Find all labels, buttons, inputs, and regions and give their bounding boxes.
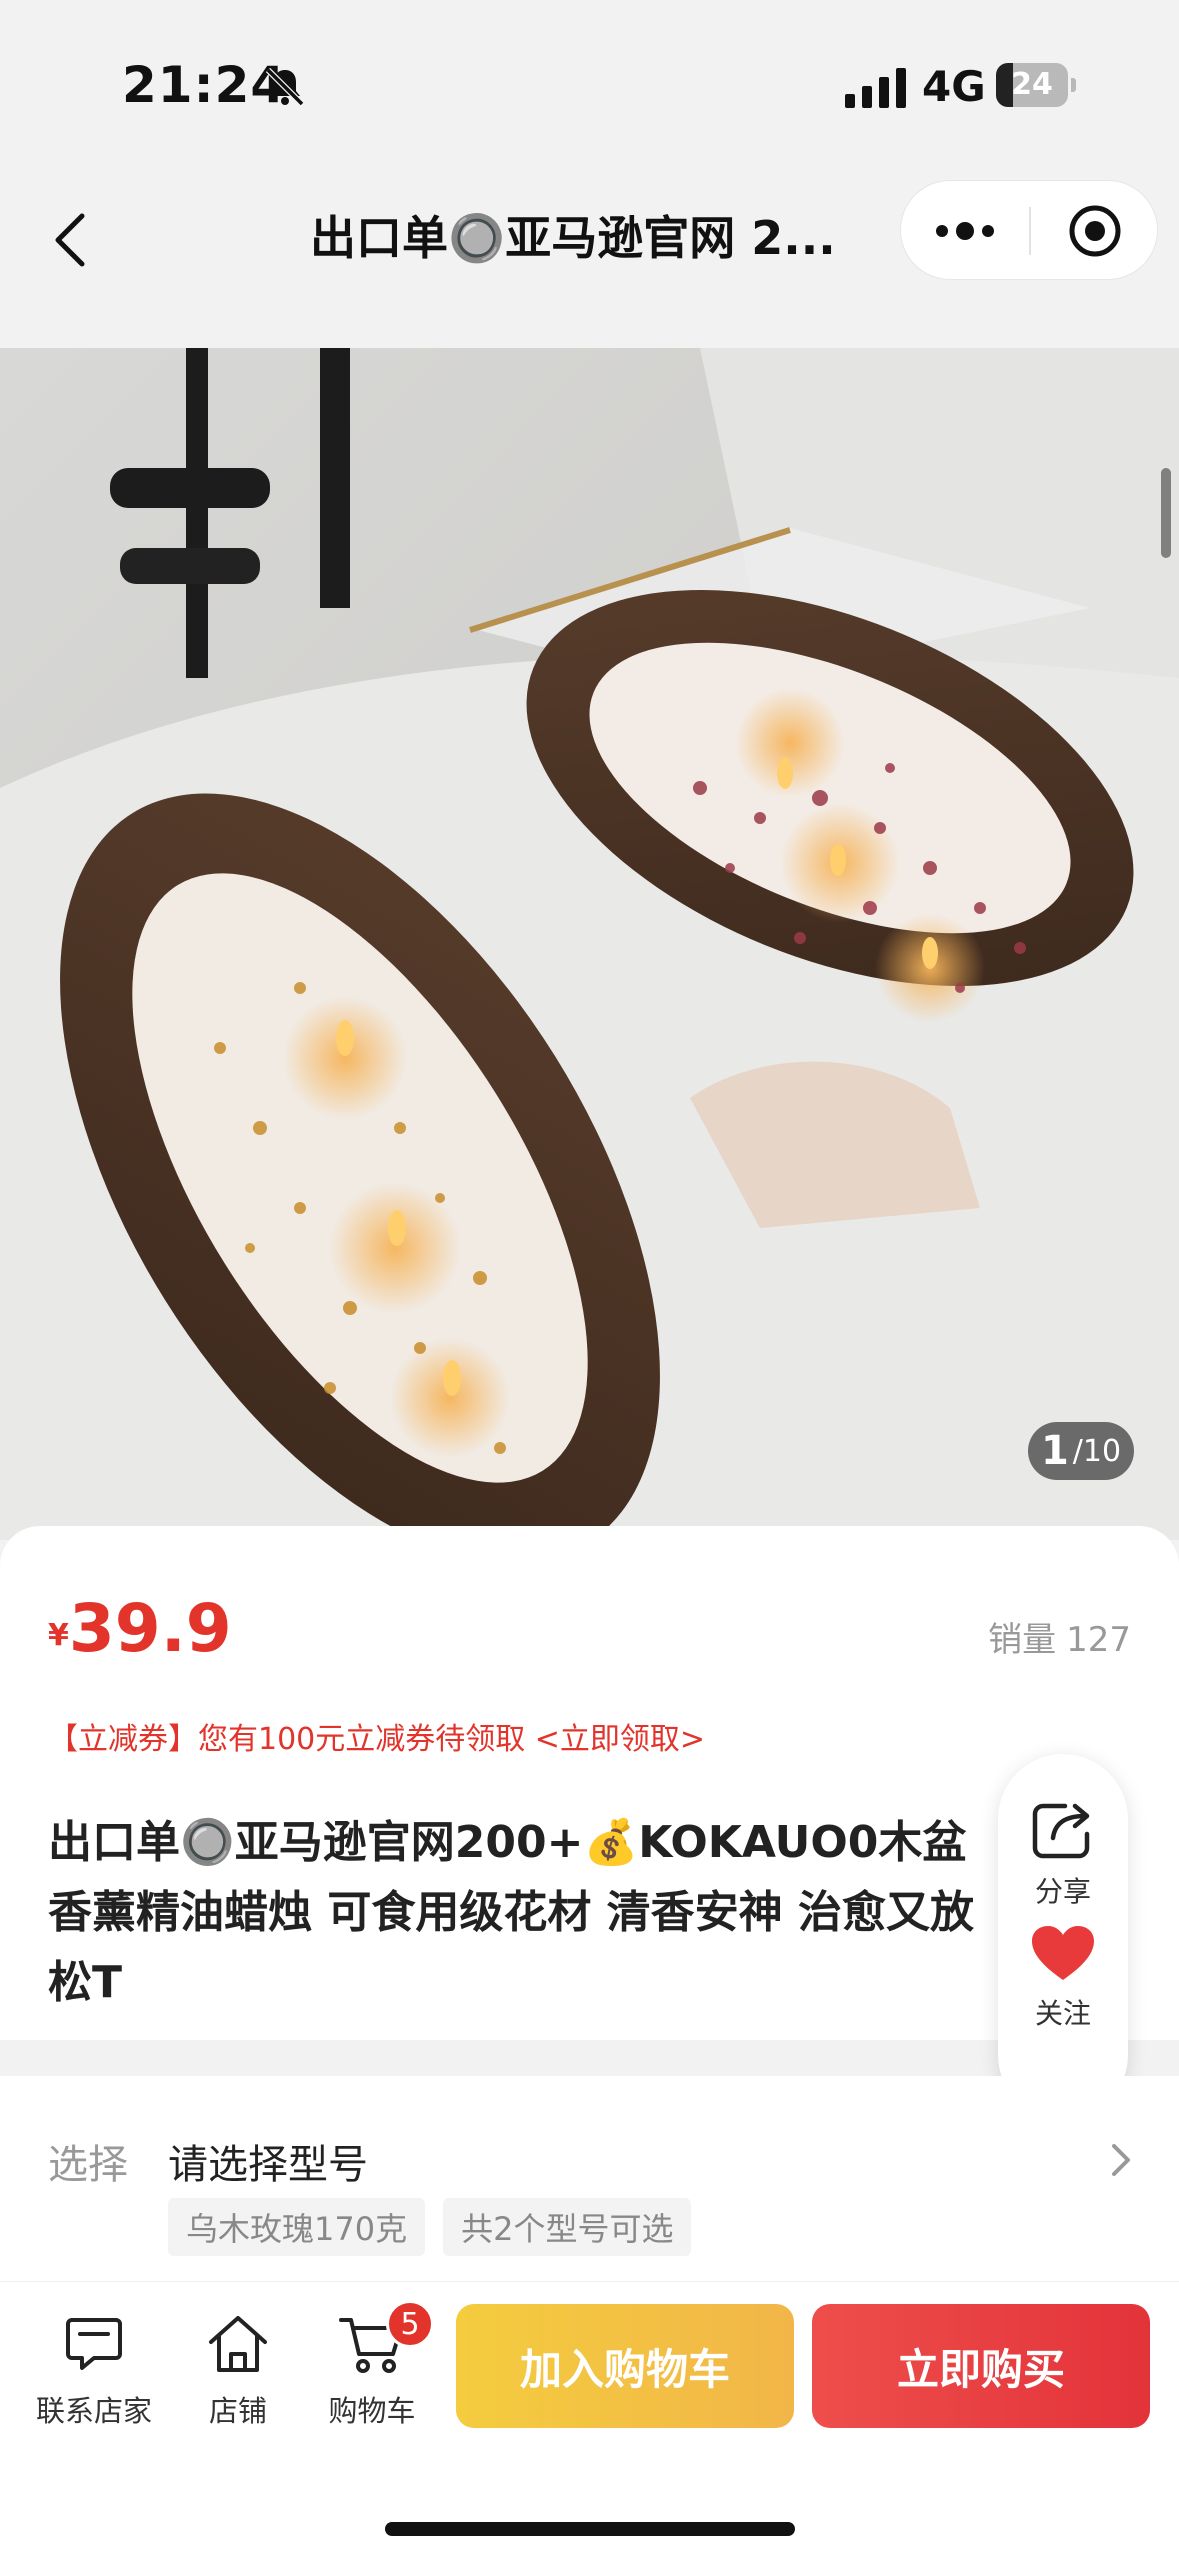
chevron-right-icon <box>1112 2144 1130 2176</box>
contact-store-label: 联系店家 <box>35 2394 152 2428</box>
capsule-menu <box>900 180 1158 280</box>
coupon-link[interactable]: 【立减券】您有100元立减券待领取 <立即领取> <box>48 1714 705 1758</box>
sales-label: 销量 <box>988 1620 1057 1660</box>
store-button[interactable]: 店铺 <box>168 2314 308 2454</box>
spec-tag: 共2个型号可选 <box>443 2198 692 2256</box>
price-value: 39.9 <box>68 1590 232 1667</box>
follow-button[interactable]: 关注 <box>998 1924 1128 2054</box>
gallery-total-pages: /10 <box>1072 1433 1122 1469</box>
price: ¥39.9 <box>48 1590 232 1667</box>
add-to-cart-button[interactable]: 加入购物车 <box>456 2304 794 2428</box>
float-actions: 分享 关注 <box>998 1754 1128 2120</box>
close-target-icon <box>1069 205 1121 257</box>
cart-button[interactable]: 购物车 5 <box>302 2300 442 2454</box>
contact-store-button[interactable]: 联系店家 <box>24 2314 164 2454</box>
bell-off-icon <box>265 67 305 107</box>
bottom-bar: 联系店家 店铺 购物车 5 加入购物车 立即购买 <box>0 2281 1179 2556</box>
spec-value: 请选择型号 <box>168 2142 368 2188</box>
more-button[interactable] <box>901 181 1029 281</box>
share-icon <box>1032 1803 1090 1859</box>
chat-icon <box>66 2318 122 2370</box>
network-label: 4G <box>922 62 986 111</box>
spec-label: 选择 <box>48 2142 128 2188</box>
product-photo <box>0 348 1179 1540</box>
scroll-indicator <box>1161 468 1171 558</box>
signal-icon <box>845 68 906 108</box>
status-bar: 21:24 4G 24 <box>0 0 1179 170</box>
share-button[interactable]: 分享 <box>998 1800 1128 1920</box>
home-indicator <box>385 2522 795 2536</box>
sales-value: 127 <box>1066 1620 1131 1660</box>
more-dots-icon <box>936 222 994 240</box>
heart-icon <box>1032 1926 1094 1980</box>
follow-label: 关注 <box>1034 1997 1091 2030</box>
close-miniprogram-button[interactable] <box>1031 181 1159 281</box>
price-currency: ¥ <box>48 1618 69 1653</box>
nav-bar: 出口单🔘亚马逊官网 2... <box>0 170 1179 348</box>
store-home-icon <box>209 2316 267 2372</box>
page-title: 出口单🔘亚马逊官网 2... <box>310 211 836 265</box>
spec-selector[interactable]: 选择 请选择型号 乌木玫瑰170克 共2个型号可选 <box>0 2076 1179 2281</box>
back-arrow-icon <box>55 213 85 267</box>
spec-tag: 乌木玫瑰170克 <box>168 2198 426 2256</box>
battery-level: 24 <box>1011 67 1053 102</box>
share-label: 分享 <box>1034 1875 1091 1908</box>
cart-label: 购物车 <box>328 2394 416 2428</box>
store-label: 店铺 <box>208 2394 267 2428</box>
battery-icon: 24 <box>996 63 1076 107</box>
cart-count-badge: 5 <box>386 2300 434 2348</box>
back-button[interactable] <box>40 200 100 280</box>
gallery-page-counter: 1 /10 <box>1028 1422 1134 1480</box>
product-gallery[interactable]: 1 /10 <box>0 348 1179 1540</box>
gallery-current-page: 1 <box>1040 1428 1069 1474</box>
sales-count: 销量 127 <box>988 1612 1131 1661</box>
product-title: 出口单🔘亚马逊官网200+💰KOKAUO0木盆香薰精油蜡烛 可食用级花材 清香安… <box>48 1817 974 2008</box>
spec-tags: 乌木玫瑰170克 共2个型号可选 <box>168 2198 692 2256</box>
buy-now-button[interactable]: 立即购买 <box>812 2304 1150 2428</box>
